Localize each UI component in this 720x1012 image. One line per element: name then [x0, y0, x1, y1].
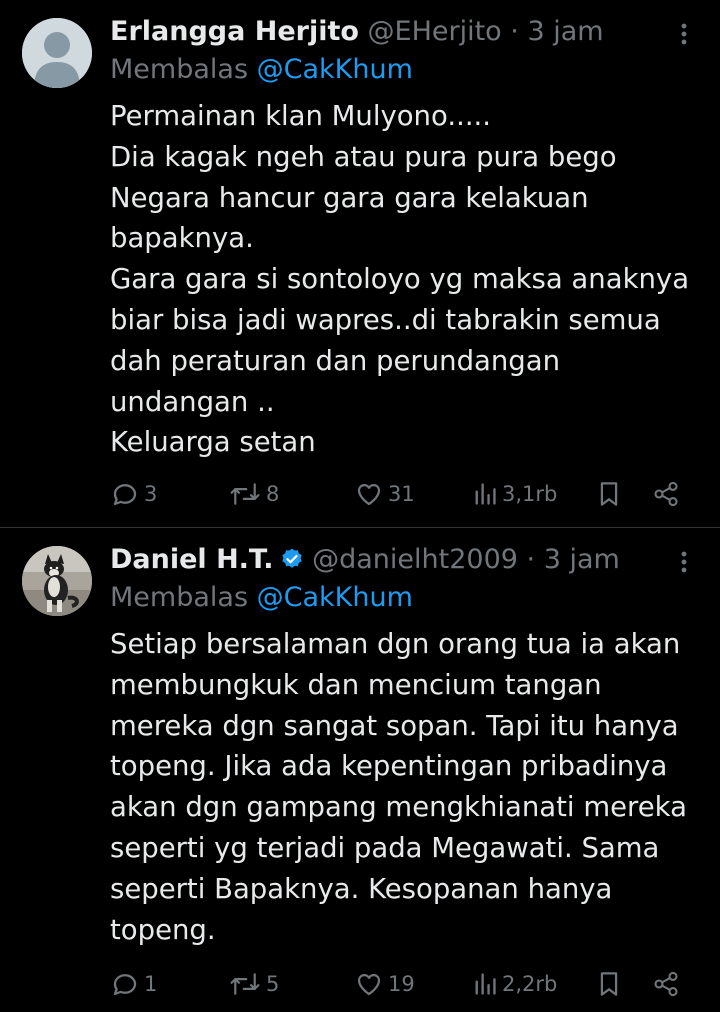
heart-icon	[354, 479, 384, 509]
tweet-text-line: bapaknya.	[110, 222, 254, 255]
like-button[interactable]: 19	[354, 966, 415, 1002]
reply-button[interactable]: 1	[110, 966, 157, 1002]
repost-button[interactable]: 5	[228, 966, 279, 1002]
bookmark-icon	[596, 479, 622, 509]
replying-to-label: Membalas	[110, 54, 249, 85]
share-button[interactable]	[652, 476, 680, 512]
tweet-text-line: mereka dgn sangat sopan. Tapi itu hanya	[110, 709, 679, 742]
replying-to: Membalas @CakKhum	[110, 580, 413, 616]
like-count: 19	[388, 972, 415, 996]
bookmark-icon	[596, 969, 622, 999]
views-chart-icon	[472, 479, 498, 509]
tweet-actions: 3 8 31 3,1rb	[108, 476, 708, 512]
default-avatar-icon[interactable]	[22, 18, 92, 88]
timestamp[interactable]: 3 jam	[544, 544, 620, 575]
author-handle[interactable]: @danielht2009	[312, 544, 518, 575]
repost-button[interactable]: 8	[228, 476, 279, 512]
replying-to-link[interactable]: @CakKhum	[257, 54, 413, 85]
share-icon	[652, 479, 680, 509]
view-count: 2,2rb	[502, 972, 558, 996]
author-handle[interactable]: @EHerjito	[368, 16, 502, 47]
tweet-text-line: Permainan klan Mulyono.....	[110, 100, 492, 132]
tweet-text-line: seperti yg terjadi pada Megawati. Sama	[110, 831, 660, 864]
tweet-text-line: undangan ..	[110, 385, 275, 418]
share-button[interactable]	[652, 966, 680, 1002]
views-chart-icon	[472, 969, 498, 999]
reply-count: 1	[144, 972, 158, 996]
tweet-actions: 1 5 19 2,2rb	[108, 966, 708, 1002]
replying-to: Membalas @CakKhum	[110, 52, 413, 88]
tweet-header: Daniel H.T. @danielht2009 · 3 jam	[110, 540, 620, 580]
bookmark-button[interactable]	[596, 966, 622, 1002]
reply-icon	[110, 479, 140, 509]
repost-count: 8	[266, 482, 280, 506]
author-name[interactable]: Erlangga Herjito	[110, 16, 359, 47]
tweet[interactable]: Daniel H.T. @danielht2009 · 3 jam Membal…	[0, 528, 720, 1012]
tweet-text-line: Keluarga setan	[110, 426, 316, 459]
views-button[interactable]: 3,1rb	[472, 476, 557, 512]
reply-icon	[110, 969, 140, 999]
tweet-text-line: dah peraturan dan perundangan	[110, 344, 561, 377]
author-name[interactable]: Daniel H.T.	[110, 544, 274, 575]
tweet-header: Erlangga Herjito @EHerjito · 3 jam	[110, 12, 604, 52]
share-icon	[652, 969, 680, 999]
tweet-text-line: Dia kagak ngeh atau pura pura bego	[110, 140, 617, 173]
replying-to-label: Membalas	[110, 582, 249, 613]
separator-dot: ·	[510, 16, 519, 47]
verified-badge-icon[interactable]	[280, 543, 304, 568]
tweet-text-line: Gara gara si sontoloyo yg maksa anaknya	[110, 263, 690, 296]
repost-count: 5	[266, 972, 280, 996]
more-options-icon[interactable]	[674, 22, 694, 46]
dog-avatar-icon[interactable]	[22, 546, 92, 616]
more-options-icon[interactable]	[674, 550, 694, 574]
reply-count: 3	[144, 482, 158, 506]
repost-icon	[228, 969, 262, 999]
timestamp[interactable]: 3 jam	[527, 16, 603, 47]
tweet[interactable]: Erlangga Herjito @EHerjito · 3 jam Memba…	[0, 0, 720, 528]
tweet-text: Permainan klan Mulyono..... Dia kagak ng…	[110, 96, 710, 463]
reply-button[interactable]: 3	[110, 476, 157, 512]
view-count: 3,1rb	[502, 482, 558, 506]
tweet-text-line: topeng. Jika ada kepentingan pribadinya	[110, 750, 668, 783]
like-button[interactable]: 31	[354, 476, 415, 512]
heart-icon	[354, 969, 384, 999]
repost-icon	[228, 479, 262, 509]
tweet-text: Setiap bersalaman dgn orang tua ia akan …	[110, 624, 710, 950]
tweet-text-line: Setiap bersalaman dgn orang tua ia akan	[110, 628, 681, 660]
like-count: 31	[388, 482, 415, 506]
tweet-text-line: topeng.	[110, 913, 216, 946]
views-button[interactable]: 2,2rb	[472, 966, 557, 1002]
tweet-text-line: seperti Bapaknya. Kesopanan hanya	[110, 872, 613, 905]
tweet-text-line: biar bisa jadi wapres..di tabrakin semua	[110, 303, 661, 336]
replying-to-link[interactable]: @CakKhum	[257, 582, 413, 613]
tweet-text-line: Negara hancur gara gara kelakuan	[110, 181, 589, 214]
tweet-text-line: membungkuk dan mencium tangan	[110, 668, 602, 701]
separator-dot: ·	[526, 544, 536, 575]
tweet-text-line: akan dgn gampang mengkhianati mereka	[110, 791, 687, 824]
bookmark-button[interactable]	[596, 476, 622, 512]
